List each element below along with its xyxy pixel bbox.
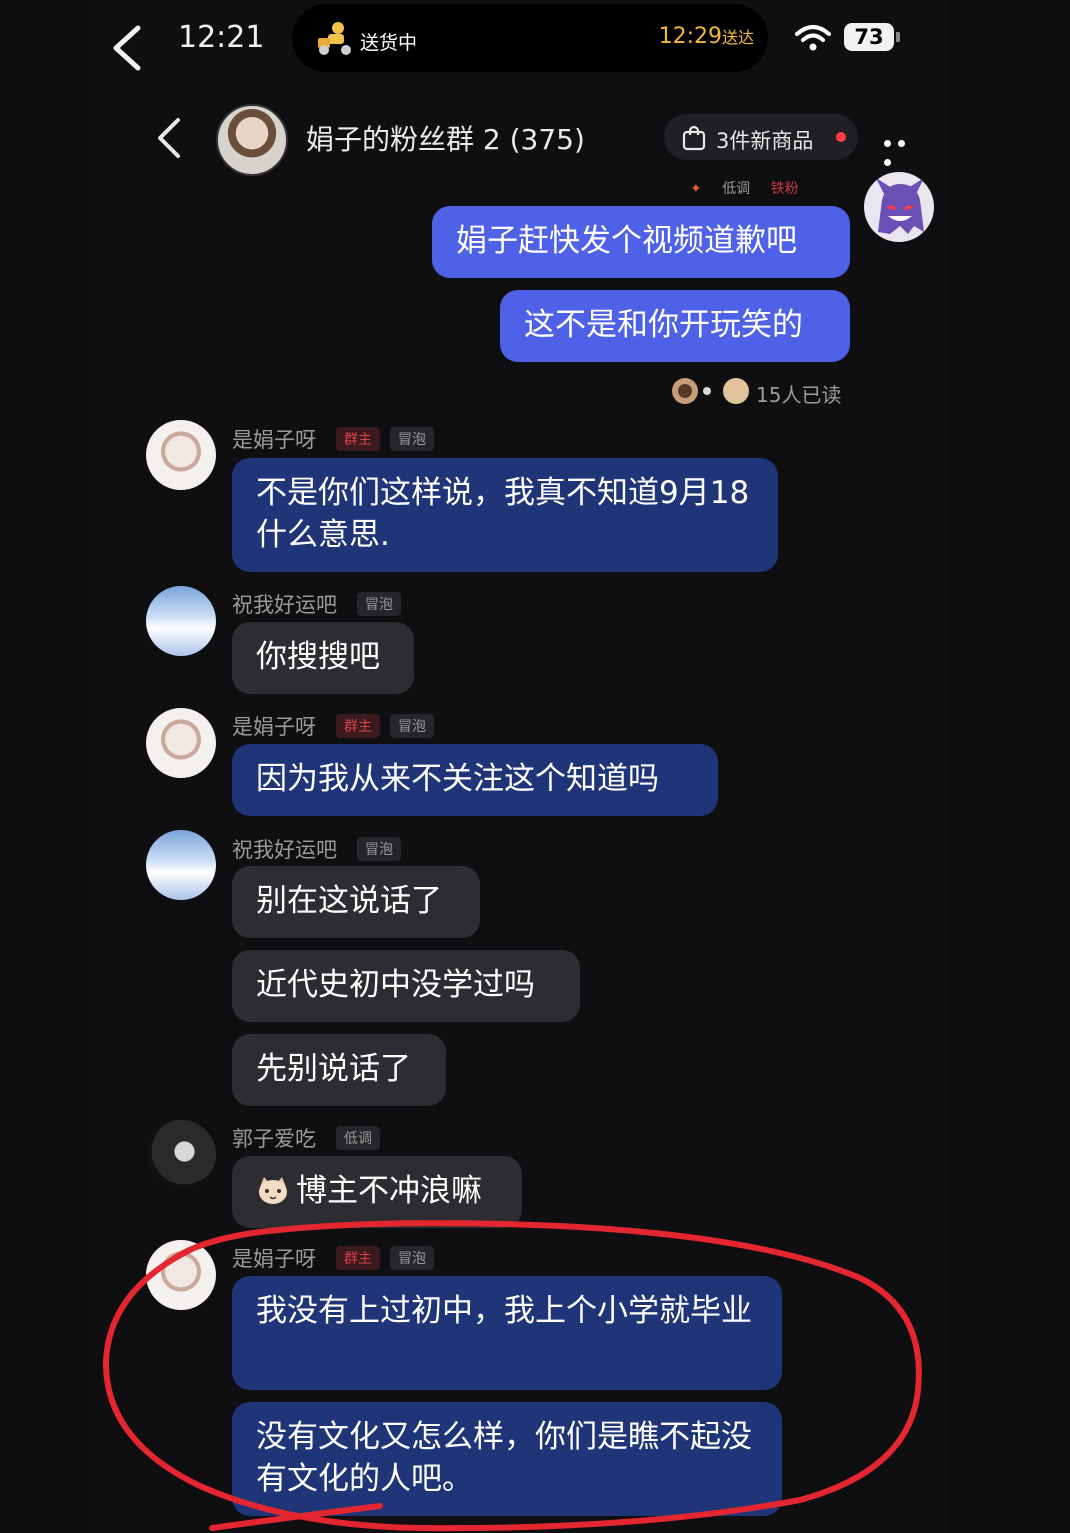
cat-emoji-icon <box>259 1177 287 1204</box>
own-member-tags: ✦ 低调 铁粉 <box>690 178 815 198</box>
owner-message-bubble[interactable]: 没有文化又怎么样，你们是瞧不起没有文化的人吧。 <box>232 1402 782 1516</box>
read-count: 15人已读 <box>756 383 842 407</box>
message-bubble[interactable]: 别在这说话了 <box>232 866 480 938</box>
owner-badge: 群主 <box>336 427 380 451</box>
reader-avatars <box>672 378 749 404</box>
group-title[interactable]: 娟子的粉丝群 2 (375) <box>306 118 585 158</box>
member-badge: 冒泡 <box>357 592 401 616</box>
battery-tip <box>896 32 900 42</box>
own-avatar[interactable] <box>864 172 934 242</box>
sender-avatar[interactable] <box>146 830 216 900</box>
owner-badge: 群主 <box>336 1246 380 1270</box>
sender-name: 祝我好运吧 <box>232 593 337 617</box>
owner-message-bubble[interactable]: 我没有上过初中，我上个小学就毕业 <box>232 1276 782 1390</box>
member-badge: 冒泡 <box>390 427 434 451</box>
fish-badge-icon: ✦ <box>690 181 702 197</box>
member-badge: 冒泡 <box>390 714 434 738</box>
delivery-rider-icon <box>318 22 351 55</box>
sender-line: 是娟子呀 群主 冒泡 <box>232 1243 444 1271</box>
owner-badge: 群主 <box>336 714 380 738</box>
owner-message-bubble[interactable]: 不是你们这样说，我真不知道9月18什么意思. <box>232 458 778 572</box>
message-bubble[interactable]: 近代史初中没学过吗 <box>232 950 580 1022</box>
sender-line: 是娟子呀 群主 冒泡 <box>232 424 444 452</box>
notification-dot <box>836 132 846 142</box>
own-tag: 铁粉 <box>770 181 799 197</box>
more-options-icon[interactable] <box>884 132 924 166</box>
member-badge: 冒泡 <box>357 837 401 861</box>
group-avatar[interactable] <box>216 104 288 176</box>
message-bubble[interactable]: 先别说话了 <box>232 1034 446 1106</box>
new-products-label: 3件新商品 <box>716 129 814 153</box>
ghost-avatar-icon <box>876 178 924 234</box>
sender-line: 祝我好运吧 冒泡 <box>232 589 411 617</box>
sender-name: 是娟子呀 <box>232 1247 316 1271</box>
sender-avatar[interactable] <box>146 420 216 490</box>
my-message-bubble[interactable]: 这不是和你开玩笑的 <box>500 290 850 362</box>
delivery-eta: 12:29送达 <box>659 24 754 49</box>
eta-suffix: 送达 <box>721 28 754 47</box>
member-badge: 低调 <box>336 1126 380 1150</box>
sender-avatar[interactable] <box>146 708 216 778</box>
sender-name: 是娟子呀 <box>232 428 316 452</box>
battery-indicator: 73 <box>844 23 894 51</box>
dynamic-island-delivery[interactable]: 送货中 12:29送达 <box>292 4 768 72</box>
back-arrow-icon[interactable] <box>108 24 148 72</box>
sender-line: 郭子爱吃 低调 <box>232 1123 390 1151</box>
message-bubble[interactable]: 博主不冲浪嘛 <box>232 1156 522 1228</box>
member-badge: 冒泡 <box>390 1246 434 1270</box>
sender-avatar[interactable] <box>146 1240 216 1310</box>
owner-message-bubble[interactable]: 因为我从来不关注这个知道吗 <box>232 744 718 816</box>
eta-time: 12:29 <box>658 24 722 49</box>
own-tag: 低调 <box>722 181 751 197</box>
chat-back-icon[interactable] <box>152 116 186 160</box>
my-message-bubble[interactable]: 娟子赶快发个视频道歉吧 <box>432 206 850 278</box>
delivery-status: 送货中 <box>360 32 418 54</box>
sender-name: 祝我好运吧 <box>232 838 337 862</box>
new-products-button[interactable]: 3件新商品 <box>664 114 858 160</box>
sender-line: 是娟子呀 群主 冒泡 <box>232 711 444 739</box>
sender-name: 是娟子呀 <box>232 715 316 739</box>
sender-name: 郭子爱吃 <box>232 1127 316 1151</box>
wifi-icon <box>795 25 831 51</box>
message-bubble[interactable]: 你搜搜吧 <box>232 622 414 694</box>
shopping-bag-icon <box>682 125 706 151</box>
message-text: 博主不冲浪嘛 <box>296 1173 482 1209</box>
sender-line: 祝我好运吧 冒泡 <box>232 834 411 862</box>
sender-avatar[interactable] <box>146 586 216 656</box>
sender-avatar[interactable] <box>146 1120 216 1190</box>
status-time: 12:21 <box>178 20 265 55</box>
